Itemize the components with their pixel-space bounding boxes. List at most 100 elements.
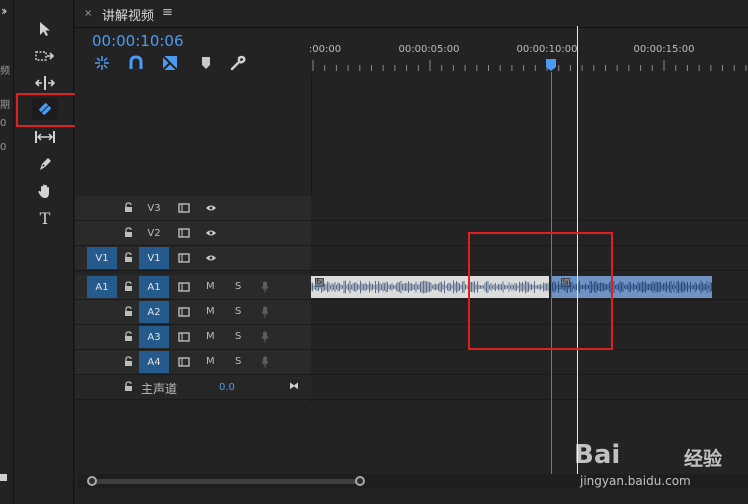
wrench-icon xyxy=(230,55,246,71)
pen-icon xyxy=(40,158,51,170)
solo-button[interactable]: S xyxy=(235,331,241,342)
cut-highlight-box xyxy=(468,232,613,350)
go-to-end-icon[interactable]: ⧓ xyxy=(289,381,299,392)
marker-icon xyxy=(202,57,210,69)
master-track-label: 主声道 xyxy=(141,382,178,396)
toggle-sync-icon[interactable] xyxy=(178,307,190,320)
horizontal-scroll-thumb[interactable] xyxy=(92,479,360,484)
toggle-sync-icon[interactable] xyxy=(178,357,190,370)
track-header-v3: V3 xyxy=(75,196,311,221)
toggle-sync-icon[interactable] xyxy=(178,203,190,216)
ruler-label: :00:00 xyxy=(308,44,342,55)
lock-icon[interactable] xyxy=(124,381,133,391)
track-header-master: 主声道 0.0 ⧓ xyxy=(75,375,311,400)
selection-tool[interactable] xyxy=(32,18,58,40)
microphone-icon[interactable] xyxy=(261,306,269,321)
track-header-v2: V2 xyxy=(75,221,311,246)
track-header-a1: A1 A1 M S xyxy=(75,275,311,300)
lock-icon[interactable] xyxy=(124,227,133,237)
track-name[interactable]: A1 xyxy=(139,276,169,298)
track-name[interactable]: A2 xyxy=(139,301,169,323)
lock-icon[interactable] xyxy=(124,356,133,366)
lane-a4[interactable] xyxy=(311,350,748,375)
panel-text-fragment: 频 xyxy=(0,66,10,77)
toggle-sync-icon[interactable] xyxy=(178,253,190,266)
ruler-label: 00:00:05:00 xyxy=(398,44,460,55)
panel-text-fragment: 0 xyxy=(0,142,7,153)
type-tool[interactable]: T xyxy=(32,207,58,229)
linked-selection-button[interactable] xyxy=(161,54,179,72)
playhead-handle-icon[interactable] xyxy=(545,58,557,72)
mute-button[interactable]: M xyxy=(206,331,215,342)
watermark-bai: Bai xyxy=(574,440,621,470)
panel-edge-handle[interactable] xyxy=(0,474,7,481)
lock-icon[interactable] xyxy=(124,202,133,212)
lock-icon[interactable] xyxy=(124,306,133,316)
mute-button[interactable]: M xyxy=(206,306,215,317)
eye-icon[interactable] xyxy=(205,204,217,215)
watermark-url: jingyan.baidu.com xyxy=(580,474,691,488)
panel-text-fragment: 期 xyxy=(0,100,10,111)
source-patch-v1[interactable]: V1 xyxy=(87,247,117,269)
ruler-ticks xyxy=(312,60,747,71)
track-name[interactable]: V3 xyxy=(139,197,169,219)
lock-icon[interactable] xyxy=(124,281,133,291)
timeline-settings-button[interactable] xyxy=(229,54,247,72)
linked-selection-icon xyxy=(162,55,178,71)
tools-panel: T xyxy=(14,0,74,504)
timeline-tab-bar: × 讲解视频 ≡ xyxy=(75,0,748,28)
solo-button[interactable]: S xyxy=(235,356,241,367)
slip-tool[interactable] xyxy=(32,126,58,148)
snap-button[interactable] xyxy=(127,54,145,72)
microphone-icon[interactable] xyxy=(261,331,269,346)
nest-button[interactable] xyxy=(93,54,111,72)
tab-menu-icon[interactable]: ≡ xyxy=(162,5,173,20)
playhead-timecode[interactable]: 00:00:10:06 xyxy=(92,32,184,50)
ripple-edit-tool[interactable] xyxy=(32,72,58,94)
lock-icon[interactable] xyxy=(124,252,133,262)
track-name[interactable]: A3 xyxy=(139,326,169,348)
mute-button[interactable]: M xyxy=(206,281,215,292)
hand-tool[interactable] xyxy=(32,180,58,202)
type-tool-glyph: T xyxy=(39,208,51,228)
mute-button[interactable]: M xyxy=(206,356,215,367)
master-volume-value[interactable]: 0.0 xyxy=(219,382,235,393)
tab-close-button[interactable]: × xyxy=(84,8,92,19)
snap-magnet-icon xyxy=(129,55,143,69)
ripple-edit-icon xyxy=(35,76,55,90)
pen-tool[interactable] xyxy=(32,153,58,175)
source-patch-a1[interactable]: A1 xyxy=(87,276,117,298)
lock-icon[interactable] xyxy=(124,331,133,341)
track-select-tool[interactable] xyxy=(32,45,58,67)
nest-icon xyxy=(95,56,109,70)
add-marker-button[interactable] xyxy=(197,54,215,72)
watermark-jingyan: 经验 xyxy=(684,448,723,470)
double-chevron-right-icon[interactable]: ›› xyxy=(1,4,7,18)
microphone-icon[interactable] xyxy=(261,356,269,371)
eye-icon[interactable] xyxy=(205,254,217,265)
track-header-v1: V1 V1 xyxy=(75,246,311,271)
zoom-handle-right[interactable] xyxy=(355,476,365,486)
lane-master xyxy=(311,375,748,400)
track-name[interactable]: A4 xyxy=(139,351,169,373)
solo-button[interactable]: S xyxy=(235,306,241,317)
toggle-sync-icon[interactable] xyxy=(178,332,190,345)
microphone-icon[interactable] xyxy=(261,281,269,296)
solo-button[interactable]: S xyxy=(235,281,241,292)
lane-v3[interactable] xyxy=(311,196,748,221)
toggle-sync-icon[interactable] xyxy=(178,282,190,295)
hand-icon xyxy=(38,184,49,198)
ruler-label: 00:00:10:00 xyxy=(516,44,578,55)
zoom-handle-left[interactable] xyxy=(87,476,97,486)
panel-text-fragment: 0 xyxy=(0,118,7,129)
toggle-sync-icon[interactable] xyxy=(178,228,190,241)
eye-icon[interactable] xyxy=(205,229,217,240)
watermark-logo: Bai 经验 jingyan.baidu.com xyxy=(574,422,748,504)
track-name[interactable]: V2 xyxy=(139,222,169,244)
track-select-icon xyxy=(35,51,55,61)
arrow-cursor-icon xyxy=(40,22,50,36)
project-panel-edge: ›› 频 期 0 0 xyxy=(0,0,14,504)
slip-icon xyxy=(35,131,55,143)
track-name[interactable]: V1 xyxy=(139,247,169,269)
sequence-tab-title[interactable]: 讲解视频 xyxy=(102,5,154,24)
